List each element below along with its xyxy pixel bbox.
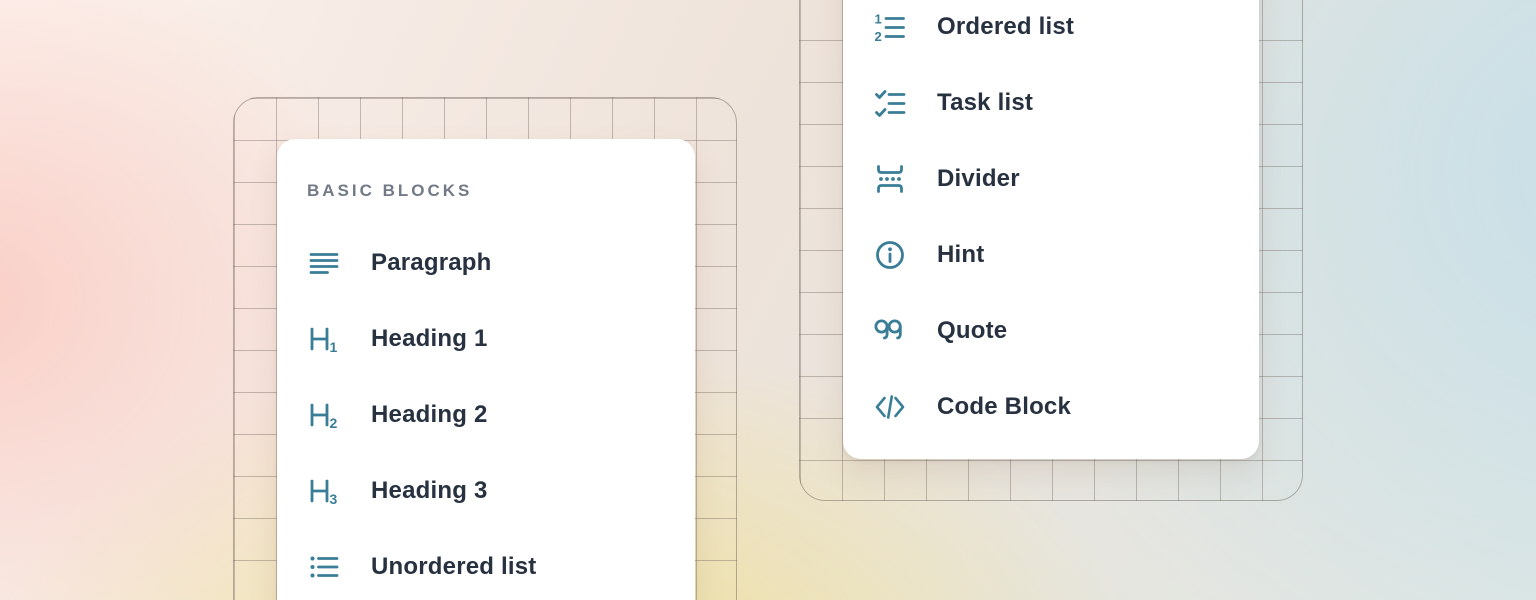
menu-item-label: Hint bbox=[937, 241, 984, 269]
blocks-menu-card: 12Ordered listTask listDividerHintQuoteC… bbox=[843, 0, 1259, 459]
svg-text:2: 2 bbox=[875, 29, 882, 44]
menu-item-label: Heading 2 bbox=[371, 401, 488, 429]
menu-item-unordered-list[interactable]: Unordered list bbox=[277, 529, 695, 600]
ordered-list-icon: 12 bbox=[873, 10, 907, 44]
menu-item-label: Code Block bbox=[937, 393, 1071, 421]
basic-blocks-menu-card: BASIC BLOCKS Paragraph 1 Heading 1 2 Heading… bbox=[277, 139, 695, 600]
svg-text:2: 2 bbox=[330, 415, 338, 431]
menu-item-heading-2[interactable]: 2 Heading 2 bbox=[277, 377, 695, 453]
menu-item-label: Unordered list bbox=[371, 553, 537, 581]
menu-item-heading-3[interactable]: 3 Heading 3 bbox=[277, 453, 695, 529]
menu-item-label: Quote bbox=[937, 317, 1007, 345]
code-block-icon bbox=[873, 390, 907, 424]
blocks-menu-list: 12Ordered listTask listDividerHintQuoteC… bbox=[843, 0, 1259, 445]
paragraph-icon bbox=[307, 246, 341, 280]
menu-item-code-block[interactable]: Code Block bbox=[843, 369, 1259, 445]
menu-item-label: Heading 3 bbox=[371, 477, 488, 505]
svg-text:1: 1 bbox=[875, 12, 882, 27]
divider-icon bbox=[873, 162, 907, 196]
menu-item-task-list[interactable]: Task list bbox=[843, 65, 1259, 141]
heading3-icon: 3 bbox=[307, 474, 341, 508]
unordered-list-icon bbox=[307, 550, 341, 584]
menu-item-heading-1[interactable]: 1 Heading 1 bbox=[277, 301, 695, 377]
menu-item-paragraph[interactable]: Paragraph bbox=[277, 225, 695, 301]
task-list-icon bbox=[873, 86, 907, 120]
menu-item-divider[interactable]: Divider bbox=[843, 141, 1259, 217]
menu-item-label: Ordered list bbox=[937, 13, 1074, 41]
menu-item-ordered-list[interactable]: 12Ordered list bbox=[843, 0, 1259, 65]
menu-item-label: Divider bbox=[937, 165, 1020, 193]
hint-icon bbox=[873, 238, 907, 272]
basic-blocks-menu-list: Paragraph 1 Heading 1 2 Heading 2 3 Heading 3 U… bbox=[277, 203, 695, 600]
quote-icon bbox=[873, 314, 907, 348]
menu-item-label: Heading 1 bbox=[371, 325, 488, 353]
menu-item-label: Paragraph bbox=[371, 249, 492, 277]
menu-item-label: Task list bbox=[937, 89, 1033, 117]
svg-text:3: 3 bbox=[330, 491, 338, 507]
menu-item-hint[interactable]: Hint bbox=[843, 217, 1259, 293]
heading1-icon: 1 bbox=[307, 322, 341, 356]
menu-item-quote[interactable]: Quote bbox=[843, 293, 1259, 369]
menu-section-header: BASIC BLOCKS bbox=[277, 139, 695, 203]
svg-text:1: 1 bbox=[330, 339, 338, 355]
heading2-icon: 2 bbox=[307, 398, 341, 432]
